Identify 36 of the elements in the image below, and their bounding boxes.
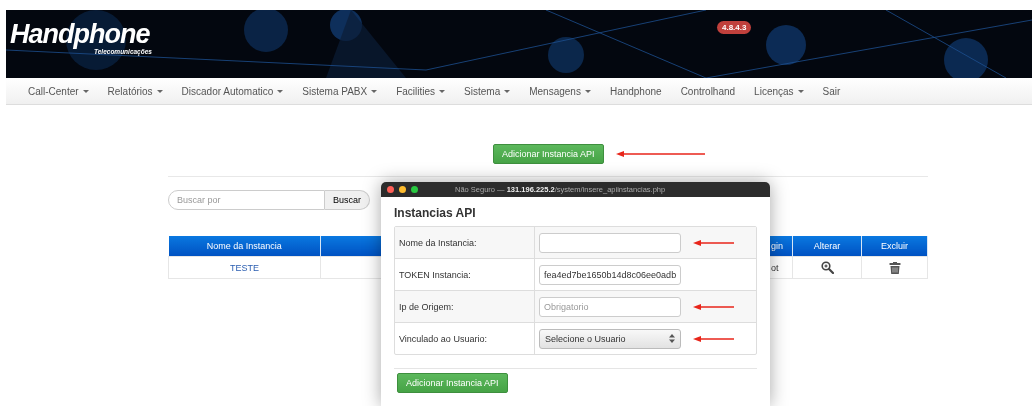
logo-text: Handphone [10,20,151,48]
user-select[interactable]: Selecione o Usuario [539,328,681,349]
nav-item[interactable]: Mensagens [529,85,591,97]
search-field[interactable]: Buscar por [168,190,325,210]
spinner-icon [669,334,675,343]
search-button[interactable]: Buscar [325,190,370,210]
table-cell: ot [771,262,779,273]
close-button[interactable] [387,186,394,193]
input-field[interactable]: fea4ed7be1650b14d8c06ee0adb [539,264,681,285]
nav-item[interactable]: Facilities [396,85,446,97]
column-header: Nome da Instancia [168,236,321,257]
minimize-button[interactable] [399,186,406,193]
nav-item[interactable]: Handphone [609,85,662,97]
input-field[interactable]: Obrigatorio [539,296,681,317]
trash-icon[interactable] [888,261,901,274]
nav-item[interactable]: Sair [822,85,841,97]
column-header: Alterar [792,236,862,257]
zoom-icon[interactable] [820,261,834,274]
column-header: Excluir [861,236,928,257]
nav-item[interactable]: Discador Automatico [181,85,284,97]
nav-item[interactable]: Relatórios [107,85,163,97]
nav-item[interactable]: Licenças [754,85,804,97]
nav-item[interactable]: Sistema PABX [302,85,378,97]
nav-item[interactable]: Sistema [464,85,511,97]
zoom-button[interactable] [411,186,418,193]
input-field[interactable] [539,232,681,253]
column-header: gin [769,236,793,257]
nav-item[interactable]: Controlhand [680,85,736,97]
version-badge: 4.8.4.3 [717,21,752,34]
field-label: Ip de Origem: [399,301,454,312]
field-label: Vinculado ao Usuario: [399,333,487,344]
field-label: TOKEN Instancia: [399,269,471,280]
field-label: Nome da Instancia: [399,237,477,248]
instance-link[interactable]: TESTE [230,262,259,273]
form-heading: Instancias API [394,206,477,220]
nav-item[interactable]: Call-Center [28,85,89,97]
